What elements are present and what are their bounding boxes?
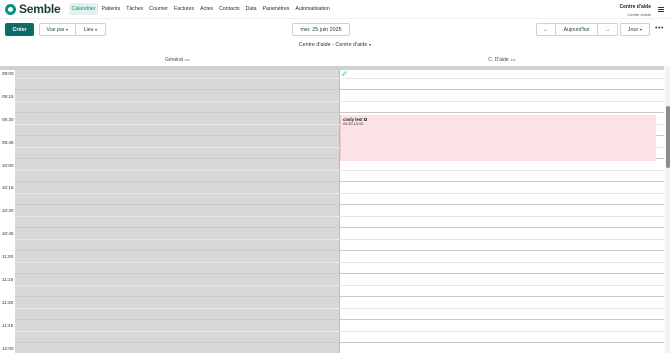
semble-logo[interactable]: Semble <box>5 2 61 16</box>
view-by-label: Vue par <box>46 26 65 33</box>
account-name: Centre d'aide <box>619 4 651 10</box>
filter-group: Vue par Lieu <box>39 23 106 36</box>
account-info[interactable]: Centre d'aide Centre d'aide <box>620 4 651 17</box>
column-header-general[interactable]: Général ••• <box>15 57 340 65</box>
all-day-bar <box>0 66 664 70</box>
caret-down-icon <box>369 44 372 46</box>
location-selector-label: Centre d'aide - Centre d'aide <box>298 42 368 48</box>
column-name: Général <box>165 57 183 63</box>
time-label: 10:15 <box>2 185 14 190</box>
caret-down-icon <box>95 28 98 31</box>
column-name: C. D'aide <box>488 57 509 63</box>
nav-taches[interactable]: Tâches <box>123 3 146 15</box>
unavailable-column[interactable] <box>15 66 340 353</box>
time-label: 09:30 <box>2 117 14 122</box>
brand-name: Semble <box>19 2 61 16</box>
caret-down-icon <box>640 28 643 31</box>
nav-courrier[interactable]: Courrier <box>146 3 171 15</box>
menu-icon[interactable] <box>658 7 664 12</box>
time-label: 09:15 <box>2 94 14 99</box>
appointment-note-icon <box>364 118 368 122</box>
appointment-time: 09:30-10:00 <box>343 122 364 126</box>
column-header-c-daide[interactable]: C. D'aide ••• <box>340 57 664 65</box>
time-label: 11:15 <box>2 277 14 282</box>
date-navigation: ← Aujourd'hui → <box>536 23 618 36</box>
nav-calendrier[interactable]: Calendrier <box>68 3 99 15</box>
date-picker-button[interactable]: mer. 25 juin 2025 <box>292 23 350 36</box>
view-mode-dropdown[interactable]: Jour <box>620 23 650 36</box>
nav-actes[interactable]: Actes <box>197 3 216 15</box>
nav-patients[interactable]: Patients <box>98 3 123 15</box>
more-options-icon[interactable]: ••• <box>655 25 664 32</box>
caret-down-icon <box>66 28 69 31</box>
location-dropdown[interactable]: Lieu <box>76 23 106 36</box>
time-gutter: 09:00 09:15 09:30 09:45 10:00 10:15 10:3… <box>0 66 15 353</box>
calendar-grid: 09:00 09:15 09:30 09:45 10:00 10:15 10:3… <box>0 66 664 353</box>
nav-factures[interactable]: Factures <box>171 3 197 15</box>
column-menu-icon[interactable]: ••• <box>511 57 516 62</box>
time-label: 10:30 <box>2 208 14 213</box>
available-column[interactable] <box>340 66 664 353</box>
vertical-scrollbar[interactable] <box>665 66 670 353</box>
time-label: 09:00 <box>2 71 14 76</box>
time-label: 11:00 <box>2 254 14 259</box>
nav-parametres[interactable]: Paramètres <box>260 3 293 15</box>
nav-automatisation[interactable]: Automatisation <box>292 3 332 15</box>
appointment-block[interactable]: cindy test 09:30-10:00 <box>340 115 656 161</box>
scrollbar-thumb[interactable] <box>665 106 670 168</box>
time-label: 11:45 <box>2 323 14 328</box>
account-sub: Centre d'aide <box>627 12 651 17</box>
time-label: 12:00 <box>2 346 14 351</box>
pencil-icon[interactable] <box>342 71 347 76</box>
prev-day-button[interactable]: ← <box>536 23 556 36</box>
location-label: Lieu <box>83 26 94 33</box>
create-button[interactable]: Créer <box>5 23 34 36</box>
main-nav: Calendrier Patients Tâches Courrier Fact… <box>68 3 333 16</box>
top-navigation: Semble Calendrier Patients Tâches Courri… <box>0 0 670 19</box>
view-by-dropdown[interactable]: Vue par <box>39 23 76 36</box>
nav-data[interactable]: Data <box>243 3 260 15</box>
semble-logo-icon <box>5 3 16 15</box>
column-menu-icon[interactable]: ••• <box>185 57 190 62</box>
time-label: 10:45 <box>2 231 14 236</box>
arrow-left-icon: ← <box>543 26 549 33</box>
location-selector[interactable]: Centre d'aide - Centre d'aide <box>0 42 670 48</box>
time-label: 10:00 <box>2 163 14 168</box>
nav-contacts[interactable]: Contacts <box>216 3 242 15</box>
today-button[interactable]: Aujourd'hui <box>556 23 598 36</box>
time-label: 11:30 <box>2 300 14 305</box>
time-label: 09:45 <box>2 140 14 145</box>
arrow-right-icon: → <box>604 26 611 33</box>
view-mode-label: Jour <box>627 26 639 33</box>
next-day-button[interactable]: → <box>598 23 618 36</box>
